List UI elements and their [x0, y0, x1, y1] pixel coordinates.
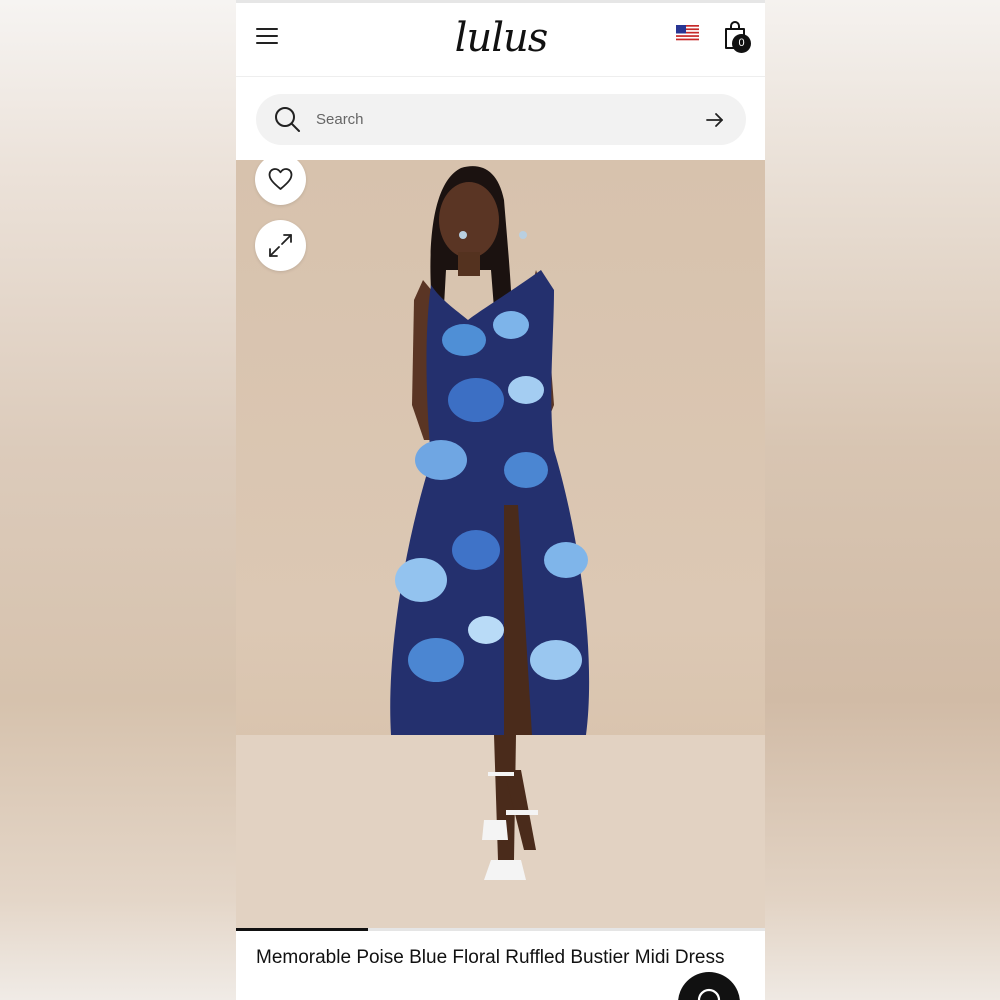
- product-title: Memorable Poise Blue Floral Ruffled Bust…: [256, 947, 725, 968]
- background-blur-left: [0, 0, 236, 1000]
- hamburger-menu-icon[interactable]: [254, 25, 280, 49]
- expand-icon: [269, 234, 292, 257]
- background-blur-right: [764, 0, 1000, 1000]
- model-photo: [236, 166, 765, 928]
- search-bar[interactable]: [256, 94, 746, 145]
- cart-count-badge: 0: [732, 34, 751, 53]
- arrow-right-icon[interactable]: [704, 109, 726, 131]
- us-flag-icon[interactable]: [676, 25, 699, 42]
- product-image[interactable]: [236, 160, 765, 928]
- search-input[interactable]: [316, 107, 676, 132]
- expand-image-button[interactable]: [255, 220, 306, 271]
- heart-icon: [268, 168, 293, 190]
- chat-icon: [697, 988, 721, 1000]
- chat-button[interactable]: [678, 972, 740, 1000]
- search-icon: [275, 107, 300, 132]
- gallery-progress-track: [236, 928, 765, 931]
- site-header: lulus 0: [236, 3, 765, 77]
- lulus-logo[interactable]: lulus: [446, 13, 556, 63]
- gallery-progress-fill: [236, 928, 369, 931]
- mobile-page: lulus 0 Search Memorable Poise Blue Flor…: [236, 0, 765, 1000]
